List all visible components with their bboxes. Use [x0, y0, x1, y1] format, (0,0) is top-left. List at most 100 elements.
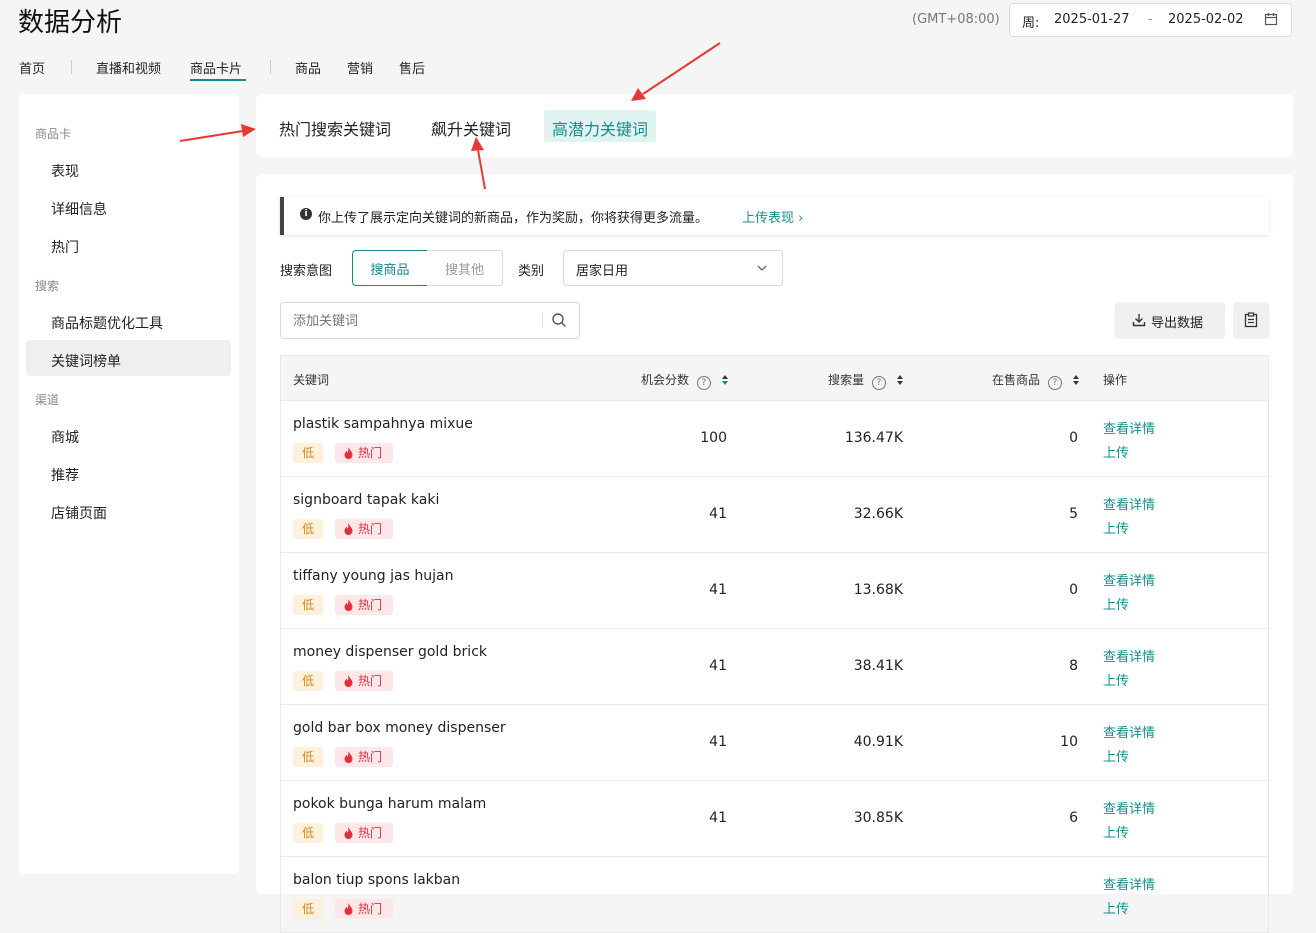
nav-after-sales[interactable]: 售后: [399, 58, 425, 77]
nav-divider: [71, 60, 72, 74]
fire-icon: [344, 903, 353, 915]
help-icon[interactable]: ?: [871, 376, 886, 390]
sidebar-item-keyword-rank[interactable]: 关键词榜单: [51, 351, 121, 371]
upload-link[interactable]: 上传: [1103, 594, 1129, 613]
opportunity-score: 41: [709, 582, 727, 598]
hot-badge-label: 热门: [358, 522, 383, 536]
search-icon[interactable]: [551, 312, 567, 332]
upload-link[interactable]: 上传: [1103, 670, 1129, 689]
nav-product-card[interactable]: 商品卡片: [190, 58, 242, 77]
fire-icon: [344, 599, 353, 611]
sidebar-group-search: 搜索: [35, 279, 60, 293]
view-details-link[interactable]: 查看详情: [1103, 722, 1155, 741]
table-row: signboard tapak kaki 低 热门 41 32.66K 5 查看详情 上传: [281, 476, 1268, 552]
keyword-text: tiffany young jas hujan: [293, 568, 454, 584]
help-icon[interactable]: ?: [1047, 376, 1062, 390]
notice-text: 你上传了展示定向关键词的新商品，作为奖励，你将获得更多流量。: [318, 211, 709, 226]
upload-link[interactable]: 上传: [1103, 518, 1129, 537]
hot-badge: 热门: [335, 747, 393, 767]
keyword-tabs: 热门搜索关键词 飙升关键词 高潜力关键词: [256, 94, 1293, 157]
header-score[interactable]: 机会分数 ?: [641, 371, 729, 390]
sidebar: 商品卡 表现 详细信息 热门 搜索 商品标题优化工具 关键词榜单 渠道 商城 推…: [19, 94, 239, 874]
fire-icon: [344, 675, 353, 687]
nav-live-video[interactable]: 直播和视频: [96, 58, 161, 77]
table-row: pokok bunga harum malam 低 热门 41 30.85K 6 查看详情上…: [281, 780, 1268, 856]
search-other-toggle[interactable]: 搜其他: [427, 250, 503, 286]
search-volume: 30.85K: [853, 810, 903, 826]
opportunity-score: 41: [709, 810, 727, 826]
view-details-link[interactable]: 查看详情: [1103, 874, 1155, 893]
sort-icon[interactable]: [896, 374, 904, 389]
download-icon: [1132, 313, 1146, 331]
table-row: money dispenser gold brick 低 热门 41 38.41K 8 查看…: [281, 628, 1268, 704]
products-on-sale: 8: [1069, 658, 1078, 674]
search-product-toggle[interactable]: 搜商品: [352, 250, 428, 286]
view-details-link[interactable]: 查看详情: [1103, 494, 1155, 513]
hot-badge-label: 热门: [358, 902, 383, 916]
competition-low-badge: 低: [293, 519, 323, 539]
sidebar-item-shop-page[interactable]: 店铺页面: [51, 503, 107, 523]
sidebar-item-title-tool[interactable]: 商品标题优化工具: [51, 313, 163, 333]
help-icon[interactable]: ?: [696, 376, 711, 390]
upload-link[interactable]: 上传: [1103, 442, 1129, 461]
upload-link[interactable]: 上传: [1103, 746, 1129, 765]
sidebar-item-mall[interactable]: 商城: [51, 427, 79, 447]
sidebar-item-recommend[interactable]: 推荐: [51, 465, 79, 485]
hot-badge: 热门: [335, 823, 393, 843]
table-body: plastik sampahnya mixue 低热门 100 136.47K 0 查看详…: [281, 400, 1268, 932]
sort-icon[interactable]: [1072, 374, 1080, 389]
header-keyword: 关键词: [293, 373, 330, 387]
export-data-button[interactable]: 导出数据: [1115, 302, 1225, 339]
competition-low-badge: 低: [293, 823, 323, 843]
date-prefix: 周:: [1022, 16, 1040, 31]
table-row: plastik sampahnya mixue 低 热门 100 136.47K 0 查看详…: [281, 400, 1268, 476]
upload-performance-link[interactable]: 上传表现 ›: [742, 207, 803, 226]
page-title: 数据分析: [18, 8, 123, 38]
products-on-sale: 6: [1069, 810, 1078, 826]
clipboard-button[interactable]: [1233, 302, 1269, 339]
view-details-link[interactable]: 查看详情: [1103, 570, 1155, 589]
nav-marketing[interactable]: 营销: [347, 58, 373, 77]
keyword-text: balon tiup spons lakban: [293, 872, 461, 888]
hot-badge: 热门: [335, 519, 393, 539]
hot-badge: 热门: [335, 899, 393, 919]
search-intent-label: 搜索意图: [280, 264, 333, 279]
header-action: 操作: [1103, 373, 1128, 387]
view-details-link[interactable]: 查看详情: [1103, 798, 1155, 817]
keyword-list-panel: i 你上传了展示定向关键词的新商品，作为奖励，你将获得更多流量。 上传表现 › …: [256, 174, 1293, 933]
export-data-label: 导出数据: [1151, 316, 1204, 331]
sidebar-item-details[interactable]: 详细信息: [51, 199, 107, 219]
hot-badge: 热门: [335, 595, 393, 615]
header-volume[interactable]: 搜索量 ?: [828, 371, 904, 390]
search-volume: 13.68K: [853, 582, 903, 598]
competition-low-badge: 低: [293, 747, 323, 767]
keyword-text: money dispenser gold brick: [293, 644, 487, 660]
view-details-link[interactable]: 查看详情: [1103, 418, 1155, 437]
nav-product[interactable]: 商品: [295, 58, 321, 77]
timezone-label: (GMT+08:00): [912, 12, 1000, 27]
keyword-search-input[interactable]: [291, 311, 535, 331]
tab-rising-keywords[interactable]: 飙升关键词: [431, 116, 511, 140]
hot-badge: 热门: [335, 443, 393, 463]
keyword-text: plastik sampahnya mixue: [293, 416, 473, 432]
header-products[interactable]: 在售商品 ?: [992, 371, 1080, 390]
nav-home[interactable]: 首页: [19, 58, 45, 77]
calendar-icon[interactable]: [1264, 12, 1278, 30]
table-row: gold bar box money dispenser 低 热门 41 40.91K 1…: [281, 704, 1268, 780]
category-select[interactable]: 居家日用: [563, 250, 783, 286]
search-divider: [542, 313, 543, 327]
hot-badge: 热门: [335, 671, 393, 691]
upload-link[interactable]: 上传: [1103, 822, 1129, 841]
header-products-label: 在售商品: [992, 373, 1041, 387]
keyword-search[interactable]: [280, 302, 580, 339]
tab-potential-keywords[interactable]: 高潜力关键词: [552, 116, 648, 140]
upload-link[interactable]: 上传: [1103, 898, 1129, 917]
sidebar-item-hot[interactable]: 热门: [51, 237, 79, 257]
fire-icon: [344, 523, 353, 535]
view-details-link[interactable]: 查看详情: [1103, 646, 1155, 665]
tab-hot-keywords[interactable]: 热门搜索关键词: [279, 116, 391, 140]
sidebar-item-performance[interactable]: 表现: [51, 161, 79, 181]
date-range-picker[interactable]: 周: 2025-01-27 - 2025-02-02: [1009, 3, 1292, 37]
fire-icon: [344, 827, 353, 839]
sort-icon[interactable]: [721, 374, 729, 389]
